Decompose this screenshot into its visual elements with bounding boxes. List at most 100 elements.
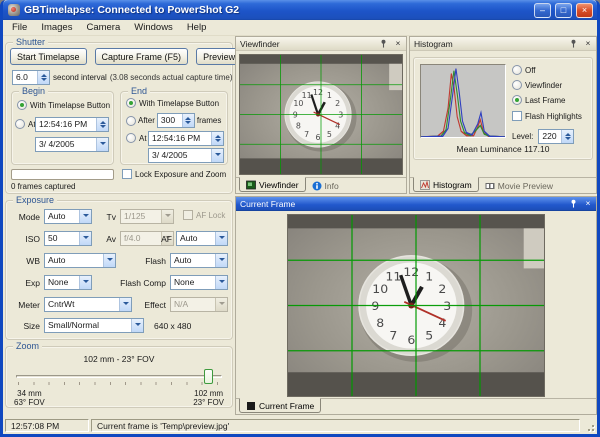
menu-windows[interactable]: Windows [127,21,180,34]
flash-arrow[interactable] [215,254,227,267]
end-time-spinner[interactable]: 12:54:16 PM [148,131,224,146]
iso-dropdown[interactable]: 50 [44,231,92,246]
exp-dropdown[interactable]: None [44,275,92,290]
histogram-off-label[interactable]: Off [525,66,536,75]
flash-highlights-label[interactable]: Flash Highlights [525,112,582,121]
end-with-button-label[interactable]: With Timelapse Button [139,99,219,108]
menu-images[interactable]: Images [34,21,79,34]
interval-label: second interval [53,73,107,82]
iso-arrow[interactable] [79,232,91,245]
effect-value: N/A [171,298,215,311]
tab-viewfinder[interactable]: Viewfinder [239,177,306,192]
end-time-spin-buttons[interactable] [211,132,223,145]
tv-value: 1/125 [121,210,161,223]
wb-arrow[interactable] [103,254,115,267]
resize-grip[interactable] [582,419,595,432]
af-arrow[interactable] [215,232,227,245]
title-bar: GBTimelapse: Connected to PowerShot G2 –… [3,0,597,20]
tab-movie-preview[interactable]: Movie Preview [479,178,559,193]
begin-with-button-radio[interactable] [17,100,27,110]
begin-date-dropdown[interactable]: 3/ 4/2005 [35,137,109,152]
interval-spinner[interactable]: 6.0 [12,70,50,85]
pin-icon[interactable] [567,198,579,210]
interval-value: 6.0 [13,71,37,84]
exp-arrow[interactable] [79,276,91,289]
end-after-label[interactable]: After [138,116,155,125]
mode-label: Mode [14,212,40,222]
level-spin-buttons[interactable] [561,130,573,143]
end-date-dropdown[interactable]: 3/ 4/2005 [148,148,224,163]
mode-arrow[interactable] [79,210,91,223]
minimize-button[interactable]: – [534,3,551,18]
end-date-arrow[interactable] [211,149,223,162]
status-message: Current frame is 'Temp\preview.jpg' [91,419,580,432]
menu-file[interactable]: File [5,21,34,34]
begin-time-spinner[interactable]: 12:54:16 PM [35,117,109,132]
histogram-last-frame-radio[interactable] [512,95,522,105]
level-spinner[interactable]: 220 [538,129,574,144]
end-with-button-radio[interactable] [126,98,136,108]
spin-up-icon [215,132,221,138]
interval-actual-label: (3.08 seconds actual capture time) [110,73,233,82]
menu-help[interactable]: Help [180,21,214,34]
begin-at-radio[interactable] [15,119,25,129]
effect-dropdown: N/A [170,297,228,312]
lock-exposure-label[interactable]: Lock Exposure and Zoom [135,170,226,179]
zoom-max-fov: 23° FOV [193,398,224,407]
end-at-label[interactable]: At [139,134,147,143]
start-timelapse-button[interactable]: Start Timelapse [10,48,87,65]
histogram-box: Off Viewfinder Last Frame Flash Highligh… [413,57,593,160]
pin-icon[interactable] [567,38,579,50]
histogram-viewfinder-radio[interactable] [512,80,522,90]
chevron-down-icon [165,214,171,220]
size-dropdown[interactable]: Small/Normal [44,318,144,333]
chevron-down-icon [100,142,106,148]
end-after-radio[interactable] [126,116,136,126]
meter-arrow[interactable] [119,298,131,311]
end-at-radio[interactable] [126,133,136,143]
histogram-off-radio[interactable] [512,65,522,75]
interval-spin-buttons[interactable] [37,71,49,84]
end-frames-spinner[interactable]: 300 [157,113,195,128]
close-button[interactable]: × [576,3,593,18]
flash-comp-dropdown[interactable]: None [170,275,228,290]
zoom-slider-track[interactable] [16,375,222,378]
capture-frame-button[interactable]: Capture Frame (F5) [95,48,189,65]
viewfinder-image [239,54,403,175]
begin-date-arrow[interactable] [96,138,108,151]
lock-exposure-checkbox[interactable] [122,169,132,179]
mode-dropdown[interactable]: Auto [44,209,92,224]
close-icon[interactable]: × [392,38,404,50]
tab-info[interactable]: Info [306,178,345,193]
menu-camera[interactable]: Camera [79,21,127,34]
wb-dropdown[interactable]: Auto [44,253,116,268]
flash-comp-arrow[interactable] [215,276,227,289]
spin-down-icon [215,139,221,145]
flash-highlights-checkbox[interactable] [512,111,522,121]
maximize-button[interactable]: □ [555,3,572,18]
end-frames-spin-buttons[interactable] [182,114,194,127]
app-icon[interactable] [8,4,20,16]
meter-dropdown[interactable]: CntrWt [44,297,132,312]
flash-label: Flash [142,256,166,266]
begin-time-spin-buttons[interactable] [96,118,108,131]
begin-with-button-label[interactable]: With Timelapse Button [30,101,110,110]
histogram-viewfinder-label[interactable]: Viewfinder [525,81,562,90]
tab-current-frame[interactable]: Current Frame [239,398,321,413]
chevron-down-icon [215,153,221,159]
shutter-group: Shutter Start Timelapse Capture Frame (F… [5,42,233,194]
histogram-title-bar: Histogram × [410,37,596,51]
af-dropdown[interactable]: Auto [176,231,228,246]
histogram-last-frame-label[interactable]: Last Frame [525,96,565,105]
exp-label: Exp [14,278,40,288]
size-arrow[interactable] [131,319,143,332]
flash-dropdown[interactable]: Auto [170,253,228,268]
current-frame-panel: Current Frame × Current Frame [235,196,597,415]
zoom-slider-thumb[interactable] [204,369,213,384]
close-icon[interactable]: × [582,38,594,50]
pin-icon[interactable] [377,38,389,50]
zoom-max-mm: 102 mm [193,389,224,398]
exp-value: None [45,276,79,289]
tab-histogram[interactable]: Histogram [413,177,479,192]
close-icon[interactable]: × [582,198,594,210]
